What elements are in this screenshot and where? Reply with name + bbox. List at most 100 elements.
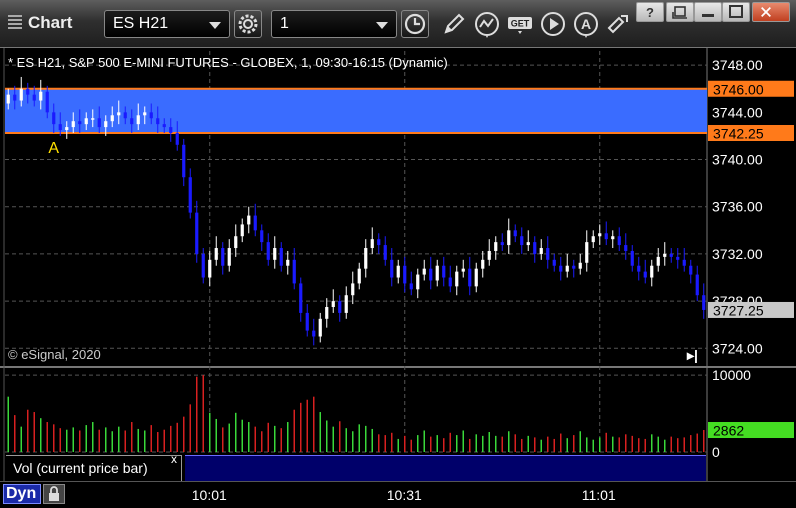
candle-body	[507, 230, 511, 246]
candle-body	[19, 88, 23, 101]
lock-toggle[interactable]	[43, 484, 65, 504]
candle-body	[260, 230, 264, 243]
candle-body	[221, 248, 225, 266]
candle-body	[240, 224, 244, 237]
candle-body	[539, 248, 543, 254]
candle-body	[201, 253, 205, 278]
candle-body	[39, 91, 43, 101]
candle-body	[136, 115, 140, 125]
chevron-down-icon	[376, 22, 388, 29]
svg-text:A: A	[581, 16, 591, 32]
time-tick-label: 11:01	[581, 487, 616, 503]
candle-body	[689, 265, 693, 275]
close-button[interactable]	[752, 2, 790, 22]
candle-body	[364, 248, 368, 269]
candle-body	[156, 118, 160, 125]
candle-body	[474, 268, 478, 287]
candle-body	[624, 245, 628, 251]
maximize-button[interactable]	[722, 2, 750, 22]
candle-body	[552, 259, 556, 266]
volume-study-label[interactable]: Vol (current price bar)	[6, 455, 182, 481]
play-button[interactable]	[539, 10, 567, 38]
time-template-button[interactable]	[401, 10, 429, 38]
candle-body	[247, 215, 251, 225]
candle-body	[403, 265, 407, 284]
candle-body	[390, 259, 394, 278]
candle-body	[305, 312, 309, 331]
candle-body	[45, 91, 49, 113]
drag-grip-icon[interactable]	[8, 15, 22, 31]
volume-tick-label: 10000	[712, 367, 751, 383]
study-button[interactable]	[473, 10, 501, 38]
line-chart-icon	[475, 12, 499, 38]
candle-body	[630, 250, 634, 266]
candle-body	[188, 177, 192, 213]
candle-body	[409, 283, 413, 290]
price-chart[interactable]: A3748.003744.003740.003736.003732.003728…	[0, 48, 796, 508]
candle-body	[279, 248, 283, 266]
play-icon	[541, 12, 565, 36]
draw-tool-button[interactable]	[440, 10, 468, 38]
candle-body	[266, 242, 270, 260]
restore-button[interactable]	[666, 2, 694, 22]
candle-body	[123, 112, 127, 119]
candle-body	[32, 94, 36, 101]
interval-selector[interactable]: 1	[271, 10, 397, 38]
candle-body	[91, 118, 95, 120]
svg-text:?: ?	[646, 5, 654, 20]
interval-value: 1	[280, 15, 289, 32]
candle-body	[195, 212, 199, 254]
alert-a-icon: A	[574, 12, 598, 38]
candle-body	[130, 118, 134, 125]
candle-body	[546, 248, 550, 260]
chevron-down-icon	[209, 22, 221, 29]
alert-button[interactable]: A	[572, 10, 600, 38]
candle-body	[442, 265, 446, 278]
candle-body	[208, 259, 212, 278]
last-volume-tag-text: 2862	[713, 423, 744, 439]
candle-body	[143, 112, 147, 116]
svg-text:GET: GET	[511, 19, 530, 29]
price-tick-label: 3744.00	[712, 104, 763, 120]
candle-body	[162, 124, 166, 128]
candle-body	[572, 265, 576, 269]
candle-body	[97, 118, 101, 128]
scroll-to-end-icon[interactable]: ▸|	[687, 347, 698, 364]
candle-body	[65, 127, 69, 131]
time-tick-label: 10:01	[191, 487, 227, 503]
volume-study-close-icon[interactable]: x	[171, 452, 177, 466]
candle-body	[214, 248, 218, 260]
copyright-label: © eSignal, 2020	[8, 347, 101, 362]
candle-body	[695, 274, 699, 296]
mode-label[interactable]: Dyn	[3, 484, 41, 504]
restore-icon	[672, 6, 687, 19]
get-data-button[interactable]: GET	[506, 10, 534, 38]
pencil-icon	[444, 13, 465, 34]
candle-body	[429, 268, 433, 281]
price-tick-label: 3732.00	[712, 246, 763, 262]
candle-body	[6, 94, 10, 104]
candle-body	[494, 242, 498, 251]
candle-body	[84, 118, 88, 125]
candle-body	[234, 236, 238, 249]
candle-body	[533, 242, 537, 254]
window-title: Chart	[8, 13, 72, 33]
link-button[interactable]	[605, 10, 633, 38]
zone-high-tag-text: 3746.00	[713, 81, 764, 97]
settings-gear-button[interactable]	[234, 10, 262, 38]
candle-body	[676, 256, 680, 260]
candle-body	[591, 236, 595, 243]
candle-body	[468, 268, 472, 287]
candle-body	[500, 242, 504, 246]
help-button[interactable]: ?	[636, 2, 664, 22]
chart-header: * ES H21, S&P 500 E-MINI FUTURES - GLOBE…	[8, 55, 448, 70]
title-bar: Chart ES H21 1 GET A ?	[0, 0, 796, 48]
minimize-button[interactable]	[694, 2, 722, 22]
candle-body	[253, 215, 257, 231]
candle-body	[325, 307, 329, 319]
candle-body	[611, 236, 615, 240]
candle-body	[357, 268, 361, 284]
symbol-selector[interactable]: ES H21	[104, 10, 230, 38]
candle-body	[292, 259, 296, 284]
candle-body	[26, 88, 30, 95]
